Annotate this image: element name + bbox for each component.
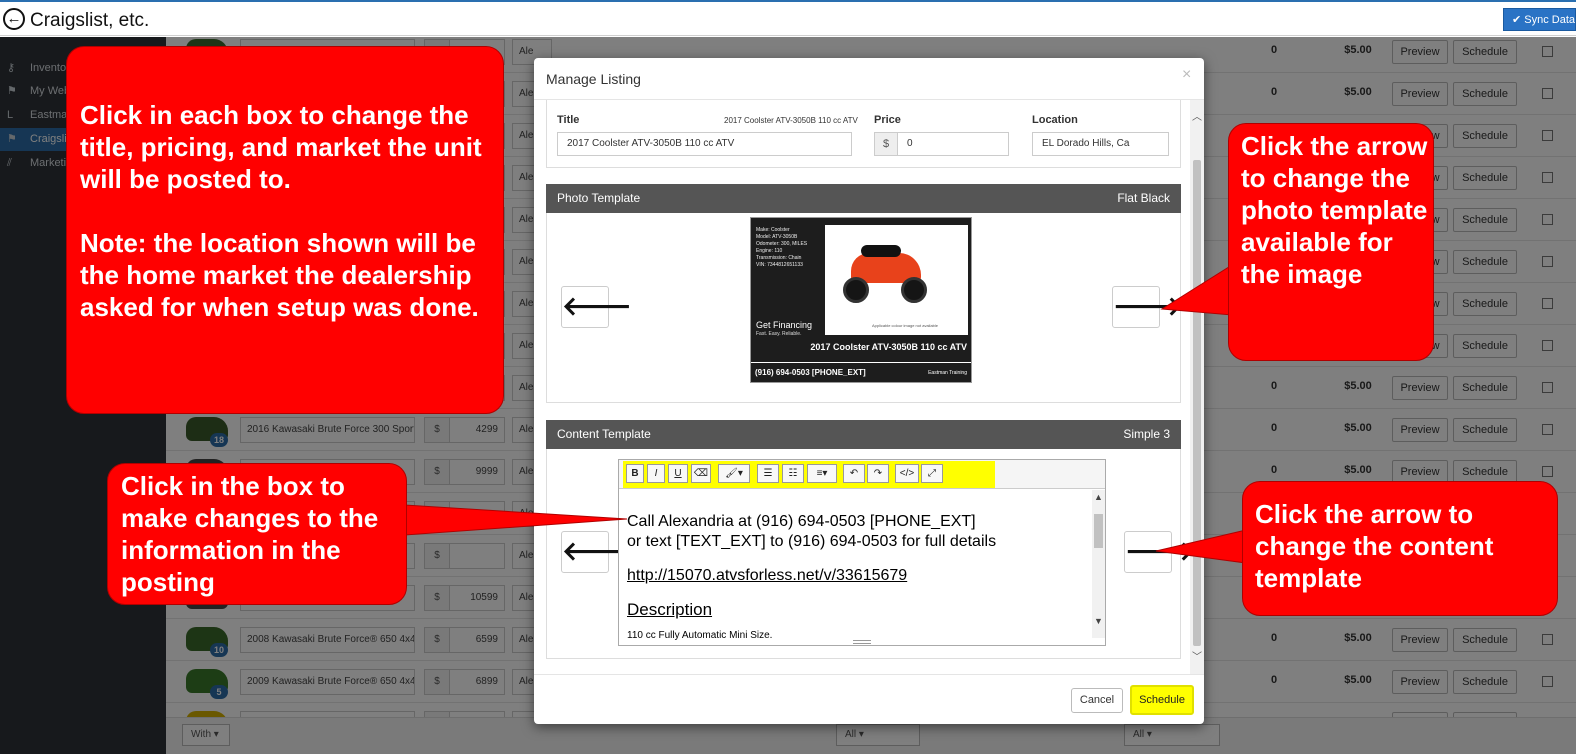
content-template-header: Content Template Simple 3 <box>546 420 1181 449</box>
content-template-name: Simple 3 <box>1123 427 1170 441</box>
photo-template-name: Flat Black <box>1117 191 1170 205</box>
editor-description-text: 110 cc Fully Automatic Mini Size. <box>627 630 773 641</box>
callout-editor: Click in the box to make changes to the … <box>107 463 407 605</box>
title-label: Title <box>557 114 580 126</box>
editor-contact-text[interactable]: Call Alexandria at (916) 694-0503 [PHONE… <box>627 512 1092 552</box>
photo-contact-strip: (916) 694-0503 [PHONE_EXT] Eastman Train… <box>751 362 971 382</box>
listing-fields: Title 2017 Coolster ATV-3050B 110 cc ATV… <box>546 100 1181 168</box>
content-prev-arrow-button[interactable]: 🡐 <box>561 531 632 573</box>
atv-seat-shape <box>861 245 901 257</box>
financing-title: Get Financing <box>756 320 813 330</box>
title-input[interactable]: 2017 Coolster ATV-3050B 110 cc ATV <box>557 132 852 156</box>
callout-fields: Click in each box to change the title, p… <box>66 46 504 414</box>
callout-photo-arrow: Click the arrow to change the photo temp… <box>1228 123 1434 361</box>
editor-listing-link[interactable]: http://15070.atvsforless.net/v/33615679 <box>627 567 907 585</box>
editor-scrollbar[interactable]: ▲ ▼ <box>1092 490 1105 638</box>
atv-wheel-shape <box>843 277 869 303</box>
spec-line: Engine: 110 <box>756 248 783 254</box>
italic-button[interactable]: I <box>647 464 665 483</box>
modal-footer: Cancel Schedule <box>534 674 1204 724</box>
photo-next-arrow-button[interactable]: 🡒 <box>1112 286 1183 328</box>
price-currency-addon: $ <box>874 132 898 156</box>
bullet-list-icon[interactable]: ☰ <box>757 464 779 483</box>
spec-line: Odometer: 300, MILES <box>756 241 808 247</box>
content-next-arrow-button[interactable]: 🡒 <box>1124 531 1195 573</box>
location-label: Location <box>1032 114 1078 126</box>
back-arrow-icon[interactable]: ← <box>3 8 25 30</box>
atv-photo: Applicable colour image not available <box>825 225 968 335</box>
title-hint: 2017 Coolster ATV-3050B 110 cc ATV <box>724 116 858 125</box>
price-label: Price <box>874 114 901 126</box>
photo-caption: Applicable colour image not available <box>871 323 939 328</box>
photo-specs: Make: Coolster Model: ATV-3050B Odometer… <box>756 227 822 269</box>
location-input[interactable]: EL Dorado Hills, Ca <box>1032 132 1169 156</box>
bold-button[interactable]: B <box>626 464 644 483</box>
content-template-label: Content Template <box>557 427 651 441</box>
photo-prev-arrow-button[interactable]: 🡐 <box>561 286 632 328</box>
redo-icon[interactable]: ↷ <box>867 464 889 483</box>
callout-editor-text: Click in the box to make changes to the … <box>121 471 379 597</box>
numbered-list-icon[interactable]: ☷ <box>782 464 804 483</box>
close-icon[interactable]: × <box>1182 66 1191 84</box>
cancel-button[interactable]: Cancel <box>1071 688 1123 713</box>
modal-body: Title 2017 Coolster ATV-3050B 110 cc ATV… <box>534 100 1204 674</box>
underline-button[interactable]: U <box>668 464 688 483</box>
photo-template-label: Photo Template <box>557 191 641 205</box>
content-template-panel: 🡐 B I U ⌫ 🖌▾ ☰ ☷ ≡▾ ↶ ↷ </> ⤢ Call Alexa… <box>546 449 1195 659</box>
scroll-up-icon[interactable]: ︿ <box>1190 108 1204 123</box>
scroll-down-icon[interactable]: ▼ <box>1092 616 1105 626</box>
modal-scrollbar[interactable]: ︿ ﹀ <box>1190 100 1204 674</box>
code-view-icon[interactable]: </> <box>895 464 919 483</box>
photo-template-panel: 🡐 Make: Coolster Model: ATV-3050B Odomet… <box>546 213 1183 403</box>
editor-toolbar: B I U ⌫ 🖌▾ ☰ ☷ ≡▾ ↶ ↷ </> ⤢ <box>619 460 1105 489</box>
schedule-button[interactable]: Schedule <box>1130 685 1194 715</box>
spec-line: Transmission: Chain <box>756 255 802 261</box>
price-input[interactable]: 0 <box>897 132 1009 156</box>
eraser-icon[interactable]: ⌫ <box>691 464 711 483</box>
photo-template-header: Photo Template Flat Black <box>546 184 1181 213</box>
editor-scroll-thumb[interactable] <box>1094 514 1103 548</box>
content-editor[interactable]: B I U ⌫ 🖌▾ ☰ ☷ ≡▾ ↶ ↷ </> ⤢ Call Alexand… <box>618 459 1106 646</box>
photo-vehicle-name: 2017 Coolster ATV-3050B 110 cc ATV <box>810 342 967 352</box>
callout-fields-text: Click in each box to change the title, p… <box>80 100 482 322</box>
scroll-down-icon[interactable]: ﹀ <box>1190 648 1204 663</box>
financing-subtitle: Fast. Easy. Reliable. <box>756 331 802 337</box>
modal-scroll-thumb[interactable] <box>1193 160 1201 646</box>
photo-template-preview: Make: Coolster Model: ATV-3050B Odometer… <box>750 217 972 383</box>
callout-content-arrow: Click the arrow to change the content te… <box>1242 481 1558 616</box>
sync-data-button[interactable]: ✔ Sync Data <box>1503 8 1576 31</box>
photo-phone: (916) 694-0503 [PHONE_EXT] <box>755 368 866 377</box>
resize-grip-icon[interactable] <box>853 640 871 644</box>
page-title: Craigslist, etc. <box>30 10 150 31</box>
editor-line: or text [TEXT_EXT] to (916) 694-0503 for… <box>627 533 997 550</box>
modal-title: Manage Listing <box>546 71 641 87</box>
callout-content-arrow-text: Click the arrow to change the content te… <box>1255 499 1494 593</box>
spec-line: Model: ATV-3050B <box>756 234 798 240</box>
undo-icon[interactable]: ↶ <box>843 464 865 483</box>
photo-dealer-name: Eastman Training <box>928 370 967 376</box>
fullscreen-icon[interactable]: ⤢ <box>921 464 943 483</box>
modal-header: Manage Listing × <box>534 58 1204 100</box>
atv-wheel-shape <box>901 277 927 303</box>
color-picker-icon[interactable]: 🖌▾ <box>718 464 750 483</box>
spec-line: Make: Coolster <box>756 227 790 233</box>
editor-description-heading: Description <box>627 600 713 619</box>
align-icon[interactable]: ≡▾ <box>807 464 837 483</box>
callout-photo-arrow-text: Click the arrow to change the photo temp… <box>1241 131 1428 289</box>
scroll-up-icon[interactable]: ▲ <box>1092 492 1105 502</box>
manage-listing-modal: Manage Listing × Title 2017 Coolster ATV… <box>534 58 1204 724</box>
editor-line: Call Alexandria at (916) 694-0503 [PHONE… <box>627 513 976 530</box>
spec-line: VIN: 7344812651133 <box>756 262 803 268</box>
